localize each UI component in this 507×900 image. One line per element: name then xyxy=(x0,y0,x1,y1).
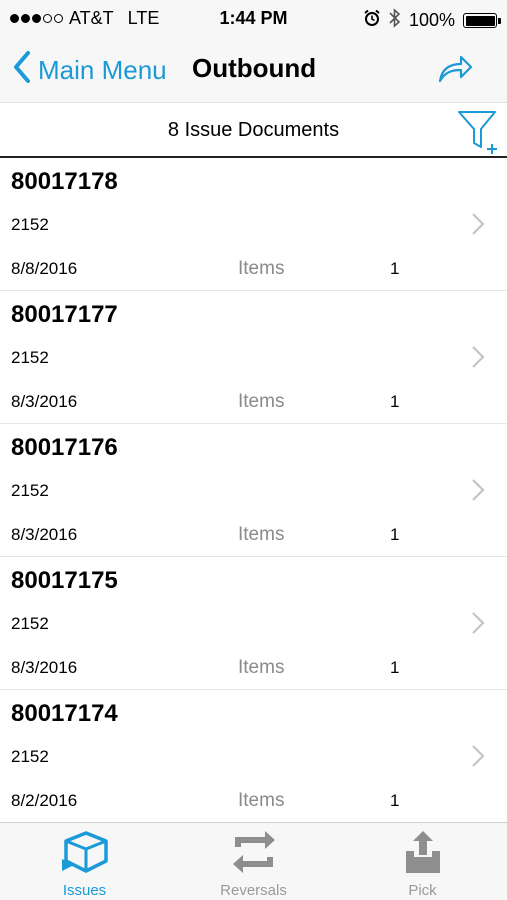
document-number: 80017177 xyxy=(11,301,118,328)
tab-issues[interactable]: Issues xyxy=(0,823,169,900)
chevron-left-icon xyxy=(12,50,32,91)
items-count: 1 xyxy=(390,259,400,278)
document-date: 8/3/2016 xyxy=(11,525,78,544)
document-plant: 2152 xyxy=(11,614,49,633)
issues-box-icon xyxy=(60,829,110,880)
document-date: 8/3/2016 xyxy=(11,658,78,677)
page-title: Outbound xyxy=(192,53,317,83)
tab-pick[interactable]: Pick xyxy=(338,823,507,900)
battery-icon xyxy=(463,13,501,28)
chevron-right-icon xyxy=(471,345,485,374)
list-item[interactable]: 80017178 2152 8/8/2016 Items 1 xyxy=(0,158,507,291)
filter-add-icon xyxy=(457,111,499,159)
list-header: 8 Issue Documents xyxy=(0,102,507,158)
list-item[interactable]: 80017176 2152 8/3/2016 Items 1 xyxy=(0,424,507,557)
status-right: 100% xyxy=(363,8,501,33)
share-icon xyxy=(437,55,473,88)
document-plant: 2152 xyxy=(11,481,49,500)
battery-percent: 100% xyxy=(408,10,455,30)
document-plant: 2152 xyxy=(11,348,49,367)
document-date: 8/2/2016 xyxy=(11,791,78,810)
chevron-right-icon xyxy=(471,611,485,640)
document-date: 8/3/2016 xyxy=(11,392,78,411)
share-button[interactable] xyxy=(437,54,473,89)
items-count: 1 xyxy=(390,658,400,677)
chevron-right-icon xyxy=(471,478,485,507)
list-item[interactable]: 80017177 2152 8/3/2016 Items 1 xyxy=(0,291,507,424)
items-label: Items xyxy=(238,258,285,279)
list-item[interactable]: 80017175 2152 8/3/2016 Items 1 xyxy=(0,557,507,690)
tab-label: Reversals xyxy=(220,882,287,899)
items-label: Items xyxy=(238,790,285,811)
items-label: Items xyxy=(238,524,285,545)
document-count-label: 8 Issue Documents xyxy=(167,119,340,141)
items-count: 1 xyxy=(390,392,400,411)
document-plant: 2152 xyxy=(11,747,49,766)
alarm-icon xyxy=(363,9,381,32)
items-count: 1 xyxy=(390,525,400,544)
tab-label: Issues xyxy=(62,882,107,899)
items-count: 1 xyxy=(390,791,400,810)
back-label: Main Menu xyxy=(38,55,167,85)
items-label: Items xyxy=(238,391,285,412)
items-label: Items xyxy=(238,657,285,678)
bluetooth-icon xyxy=(389,8,401,33)
back-button[interactable]: Main Menu xyxy=(12,50,167,91)
tab-reversals[interactable]: Reversals xyxy=(169,823,338,900)
document-number: 80017174 xyxy=(11,700,118,727)
pick-upload-icon xyxy=(398,829,448,880)
document-list: 80017178 2152 8/8/2016 Items 1 80017177 … xyxy=(0,158,507,822)
document-plant: 2152 xyxy=(11,215,49,234)
chevron-right-icon xyxy=(471,744,485,773)
reversals-icon xyxy=(229,829,279,880)
chevron-right-icon xyxy=(471,212,485,241)
nav-bar: Main Menu Outbound xyxy=(0,38,507,102)
document-number: 80017178 xyxy=(11,168,118,195)
document-date: 8/8/2016 xyxy=(11,259,78,278)
list-item[interactable]: 80017174 2152 8/2/2016 Items 1 xyxy=(0,690,507,822)
tab-label: Pick xyxy=(408,882,437,899)
filter-button[interactable] xyxy=(457,109,499,160)
document-number: 80017175 xyxy=(11,567,118,594)
tab-bar: Issues Reversals Pick xyxy=(0,822,507,900)
status-bar: AT&T LTE 1:44 PM 100% xyxy=(0,0,507,38)
document-number: 80017176 xyxy=(11,434,118,461)
